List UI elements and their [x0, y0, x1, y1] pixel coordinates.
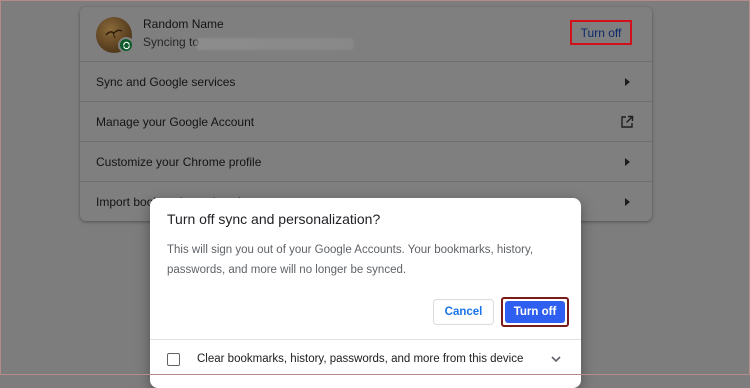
sync-icon [118, 37, 134, 53]
sidebar-item-sync-google-services[interactable]: Sync and Google services [80, 61, 652, 101]
turn-off-button[interactable]: Turn off [505, 301, 565, 323]
cancel-button[interactable]: Cancel [433, 299, 494, 325]
profile-name: Random Name [143, 17, 224, 31]
chevron-right-icon [625, 198, 630, 206]
divider [150, 339, 581, 340]
bird-icon [105, 29, 123, 39]
turn-off-sync-button[interactable]: Turn off [570, 20, 632, 45]
profile-row: Random Name Syncing to Turn off [80, 7, 652, 61]
clear-data-checkbox[interactable] [167, 353, 180, 366]
redacted-email [196, 38, 354, 50]
settings-card: Random Name Syncing to Turn off Sync and… [80, 7, 652, 221]
chevron-right-icon [625, 158, 630, 166]
dialog-title: Turn off sync and personalization? [167, 211, 381, 227]
setting-label: Sync and Google services [96, 75, 236, 89]
setting-label: Customize your Chrome profile [96, 155, 262, 169]
dialog-body: This will sign you out of your Google Ac… [167, 244, 534, 276]
setting-label: Manage your Google Account [96, 115, 255, 129]
chevron-right-icon [625, 78, 630, 86]
clear-data-label: Clear bookmarks, history, passwords, and… [197, 353, 524, 365]
turn-off-button-highlight[interactable]: Turn off [501, 297, 569, 327]
sidebar-item-manage-google-account[interactable]: Manage your Google Account [80, 101, 652, 141]
sync-status: Syncing to [143, 35, 200, 49]
chevron-down-icon[interactable] [550, 354, 562, 364]
sidebar-item-customize-profile[interactable]: Customize your Chrome profile [80, 141, 652, 181]
external-link-icon [621, 115, 634, 128]
turn-off-sync-dialog: Turn off sync and personalization? This … [150, 198, 581, 388]
